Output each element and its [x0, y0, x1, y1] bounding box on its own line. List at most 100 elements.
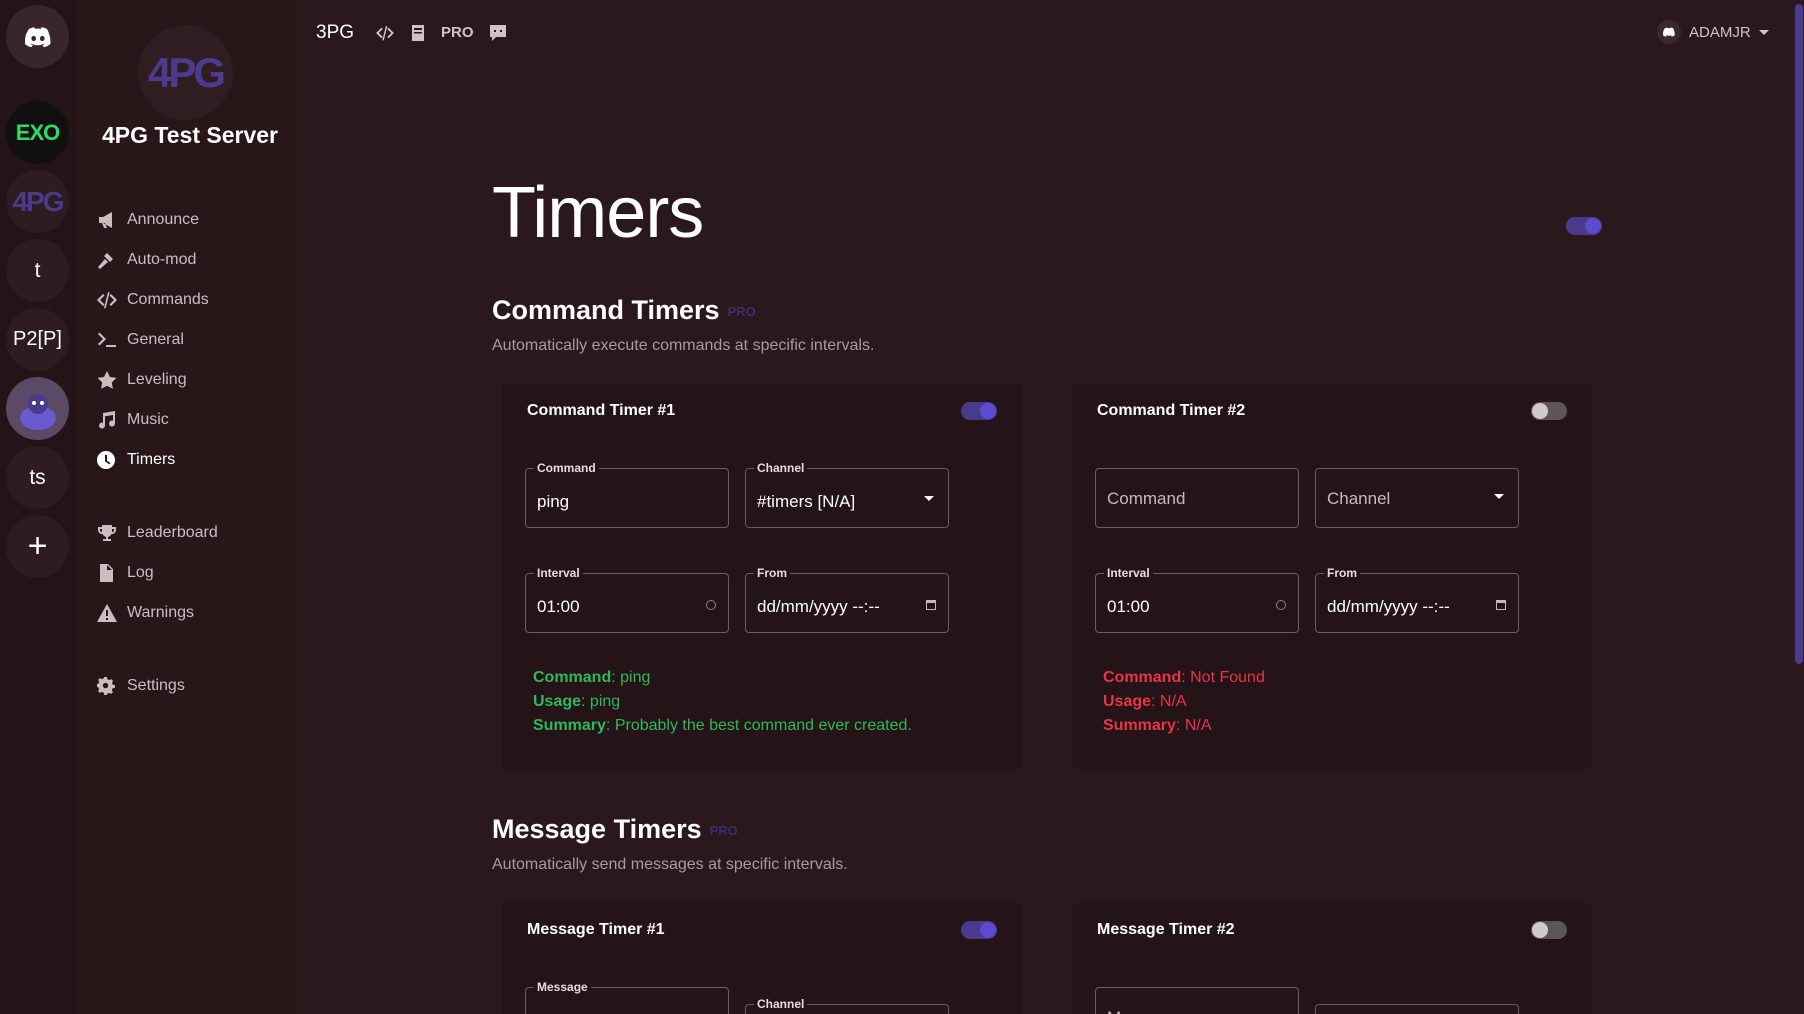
from-date-field[interactable]: From dd/mm/yyyy --:--	[745, 566, 949, 633]
interval-field[interactable]: Interval 01:00	[1095, 566, 1299, 633]
message-timer-card-1: Message Timer #1 Message Channel	[502, 903, 1022, 1014]
channel-select[interactable]: Channel	[1315, 468, 1519, 528]
calendar-icon[interactable]	[1496, 600, 1506, 610]
card-title: Command Timer #1	[527, 402, 676, 419]
field-label: Command	[534, 461, 599, 475]
plus-icon: +	[27, 527, 48, 565]
scrollbar-thumb[interactable]	[1795, 4, 1803, 664]
brand-link[interactable]: 3PG	[316, 22, 354, 44]
sidebar-item-label: Settings	[127, 677, 185, 694]
info-value: : ping	[611, 669, 651, 686]
sidebar-item-settings[interactable]: Settings	[97, 677, 185, 695]
code-icon	[97, 292, 117, 309]
scrollbar[interactable]	[1792, 0, 1804, 1014]
hammer-icon	[98, 253, 113, 269]
clock-icon[interactable]	[706, 600, 716, 610]
info-summary: Summary: Probably the best command ever …	[533, 714, 912, 738]
info-summary: Summary: N/A	[1103, 714, 1211, 738]
clock-icon[interactable]	[1276, 600, 1286, 610]
server-logo-text: 4PG	[147, 48, 226, 96]
info-command: Command: ping	[533, 666, 650, 690]
field-placeholder: Command	[1107, 489, 1186, 508]
pro-badge: PRO	[709, 823, 738, 839]
info-value: : ping	[581, 693, 621, 710]
sidebar-item-timers[interactable]: Timers	[97, 451, 175, 469]
calendar-icon[interactable]	[926, 600, 936, 610]
guild-p2p[interactable]: P2[P]	[6, 308, 69, 371]
message-field[interactable]: M	[1095, 987, 1299, 1014]
channel-select[interactable]	[1315, 1004, 1519, 1014]
field-value: 01:00	[537, 597, 580, 616]
sidebar-item-log[interactable]: Log	[97, 564, 154, 582]
code-icon	[376, 25, 394, 41]
sidebar-item-general[interactable]: General	[97, 331, 184, 349]
add-server-button[interactable]: +	[6, 515, 69, 578]
info-key: Command	[533, 669, 612, 686]
message-timer-2-toggle[interactable]	[1531, 921, 1567, 939]
field-label: Message	[534, 980, 591, 994]
command-field[interactable]: Command ping	[525, 461, 729, 528]
guild-4pg-label: 4PG	[12, 185, 64, 217]
discord-support-link[interactable]	[490, 24, 506, 42]
guild-t-label: t	[34, 258, 41, 282]
message-field[interactable]: Message	[525, 980, 729, 1014]
book-icon	[412, 25, 424, 41]
guild-4pg[interactable]: 4PG	[6, 170, 69, 233]
chevron-down-icon	[924, 496, 934, 501]
command-timer-2-toggle[interactable]	[1531, 402, 1567, 420]
chevron-down-icon	[1494, 494, 1504, 499]
user-menu[interactable]: ADAMJR	[1657, 20, 1769, 44]
info-value: : Not Found	[1181, 669, 1265, 686]
field-label: From	[754, 566, 790, 580]
guild-ts-label: ts	[29, 465, 46, 489]
message-timers-title: Message Timers PRO	[492, 814, 738, 845]
sidebar-item-label: Log	[127, 564, 154, 581]
toggle-knob	[980, 403, 996, 419]
channel-select[interactable]: Channel	[745, 997, 949, 1014]
card-title: Message Timer #2	[1097, 921, 1235, 938]
guild-ts[interactable]: ts	[6, 446, 69, 509]
sidebar-item-label: Timers	[127, 451, 176, 468]
sidebar-item-leaderboard[interactable]: Leaderboard	[97, 524, 218, 542]
docs-link[interactable]	[411, 24, 425, 42]
guild-t[interactable]: t	[6, 239, 69, 302]
field-placeholder: M	[1107, 1008, 1121, 1014]
from-date-field[interactable]: From dd/mm/yyyy --:--	[1315, 566, 1519, 633]
sidebar-item-warnings[interactable]: Warnings	[97, 604, 194, 622]
message-timer-1-toggle[interactable]	[961, 921, 997, 939]
warning-icon	[97, 604, 117, 622]
command-timers-title: Command Timers PRO	[492, 295, 756, 326]
module-enabled-toggle[interactable]	[1566, 217, 1602, 235]
command-timers-description: Automatically execute commands at specif…	[492, 337, 875, 354]
field-label: Channel	[754, 461, 808, 475]
sidebar-item-auto-mod[interactable]: Auto-mod	[97, 251, 196, 269]
sidebar-item-label: Leaderboard	[127, 524, 218, 541]
pro-link[interactable]: PRO	[441, 24, 474, 41]
command-timer-card-2: Command Timer #2 Command Channel Interva…	[1072, 384, 1592, 769]
message-timer-card-2: Message Timer #2 M	[1072, 903, 1592, 1014]
clock-icon	[97, 451, 115, 469]
command-timer-1-toggle[interactable]	[961, 402, 997, 420]
command-field[interactable]: Command	[1095, 468, 1299, 528]
guild-exo-label: EXO	[15, 119, 60, 145]
sidebar-item-announce[interactable]: Announce	[97, 211, 199, 229]
discord-home-icon[interactable]	[6, 5, 69, 68]
info-key: Command	[1103, 669, 1182, 686]
field-placeholder: Channel	[1327, 489, 1391, 508]
guild-avatar[interactable]	[6, 377, 69, 440]
sidebar-item-leveling[interactable]: Leveling	[97, 371, 187, 389]
server-logo: 4PG	[138, 25, 233, 120]
sidebar-item-commands[interactable]: Commands	[97, 291, 209, 309]
channel-select[interactable]: Channel #timers [N/A]	[745, 461, 949, 528]
interval-field[interactable]: Interval 01:00	[525, 566, 729, 633]
field-value: dd/mm/yyyy --:--	[1327, 597, 1450, 616]
field-value: ping	[537, 492, 570, 511]
guild-exo[interactable]: EXO	[6, 101, 69, 164]
sidebar-item-label: Warnings	[127, 604, 194, 621]
sidebar	[75, 0, 295, 1014]
guild-rail: EXO 4PG t P2[P] ts +	[0, 0, 75, 1014]
code-link[interactable]	[375, 24, 395, 42]
card-title: Message Timer #1	[527, 921, 665, 938]
sidebar-item-music[interactable]: Music	[97, 411, 169, 429]
sidebar-item-label: Commands	[127, 291, 209, 308]
